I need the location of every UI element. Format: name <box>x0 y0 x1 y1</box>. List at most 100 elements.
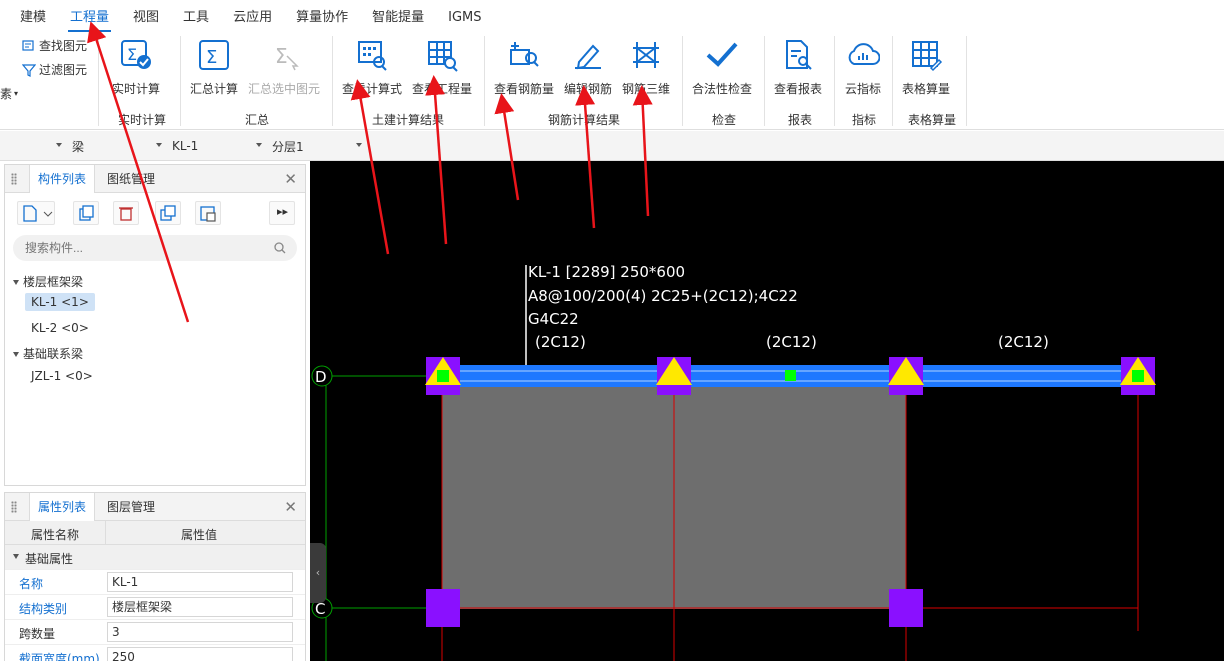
tree-item-jzl1[interactable]: JZL-1 <0> <box>31 369 93 383</box>
view-report-label: 查看报表 <box>773 82 822 96</box>
checkmark-icon <box>706 42 738 67</box>
column-bottom-1[interactable] <box>426 589 460 627</box>
span-label-3[interactable]: (2C12) <box>998 333 1049 351</box>
tab-component-list[interactable]: 构件列表 <box>29 165 96 193</box>
table-edit-icon <box>912 41 943 72</box>
edit-rebar-label: 编辑钢筋 <box>563 82 612 96</box>
filter-element-button[interactable]: 过滤图元 <box>22 61 87 78</box>
column-support-1[interactable] <box>425 357 461 395</box>
svg-text:Σ: Σ <box>206 47 217 68</box>
formula-icon <box>358 41 387 71</box>
floor-select[interactable] <box>0 135 66 157</box>
close-icon[interactable]: ✕ <box>284 498 297 516</box>
copy-component-button[interactable] <box>73 201 99 225</box>
tab-property-list[interactable]: 属性列表 <box>29 493 96 521</box>
column-support-2[interactable] <box>656 357 692 395</box>
rebar-3d-icon <box>633 42 659 68</box>
tree-item-kl2[interactable]: KL-2 <0> <box>31 321 89 335</box>
layer-select[interactable]: 分层1 <box>268 135 366 157</box>
menu-item-quantity[interactable]: 工程量 <box>58 6 121 32</box>
menu-item-smart[interactable]: 智能提量 <box>360 6 436 32</box>
menu-item-cloud[interactable]: 云应用 <box>221 6 284 32</box>
property-row-structure-type: 结构类别 楼层框架梁 <box>5 595 305 620</box>
selection-toolbar: 梁 KL-1 分层1 <box>0 131 1224 161</box>
close-icon[interactable]: ✕ <box>284 170 297 188</box>
svg-text:Σ: Σ <box>275 44 288 68</box>
menu-item-collab[interactable]: 算量协作 <box>284 6 360 32</box>
category-select[interactable]: 梁 <box>68 135 166 157</box>
tree-group-label: 楼层框架梁 <box>23 275 84 289</box>
realtime-calc-label: 实时计算 <box>111 82 160 96</box>
column-support-4[interactable] <box>1120 357 1156 395</box>
view-rebar-label: 查看钢筋量 <box>493 82 554 96</box>
ribbon-separator <box>966 36 967 126</box>
ribbon-separator <box>834 36 835 126</box>
beam-annotation-line2[interactable]: A8@100/200(4) 2C25+(2C12);4C22 <box>528 287 798 305</box>
ribbon-separator <box>484 36 485 126</box>
span-label-2[interactable]: (2C12) <box>766 333 817 351</box>
cloud-index-label: 云指标 <box>844 82 881 96</box>
realtime-calc-icon: Σ <box>121 40 151 69</box>
collapsed-button[interactable]: 素 ▾ <box>0 85 18 102</box>
collapsed-label: 素 <box>0 87 13 101</box>
panel-collapse-handle[interactable]: ‹ <box>310 543 326 603</box>
drag-handle-icon[interactable] <box>11 501 17 513</box>
ribbon-separator <box>98 36 99 126</box>
tree-item-kl1[interactable]: KL-1 <1> <box>25 293 95 311</box>
component-select[interactable]: KL-1 <box>168 135 266 157</box>
search-component-input[interactable] <box>13 235 297 261</box>
more-actions-button[interactable]: ▸▸ <box>269 201 295 225</box>
duplicate-floor-button[interactable] <box>155 201 181 225</box>
group-label-check: 检查 <box>712 113 737 127</box>
property-value-input[interactable]: 250 <box>107 647 293 661</box>
summary-selected-label: 汇总选中图元 <box>247 82 320 96</box>
cloud-chart-icon <box>848 43 880 65</box>
tab-layer-management[interactable]: 图层管理 <box>99 493 163 521</box>
rebar-3d-label: 钢筋三维 <box>621 82 670 96</box>
tree-group-label: 基础联系梁 <box>23 347 84 361</box>
tree-group-foundation-beam[interactable]: 基础联系梁 <box>13 345 83 362</box>
rebar-search-icon <box>510 42 539 67</box>
beam-annotation-line3[interactable]: G4C22 <box>528 310 579 328</box>
column-support-3[interactable] <box>888 357 924 395</box>
span-label-1[interactable]: (2C12) <box>535 333 586 351</box>
report-icon <box>786 40 812 70</box>
drag-handle-icon[interactable] <box>11 173 17 185</box>
find-element-button[interactable]: 查找图元 <box>22 37 87 54</box>
property-table-header: 属性名称 属性值 <box>5 521 305 545</box>
property-value-input[interactable]: 楼层框架梁 <box>107 597 293 617</box>
edit-pen-icon <box>575 44 601 70</box>
property-value-input[interactable]: KL-1 <box>107 572 293 592</box>
menu-item-modeling[interactable]: 建模 <box>8 6 58 32</box>
property-value-input[interactable]: 3 <box>107 622 293 642</box>
tab-drawing-management[interactable]: 图纸管理 <box>99 165 163 193</box>
new-file-icon <box>23 205 53 222</box>
beam-annotation-line1[interactable]: KL-1 [2289] 250*600 <box>528 263 685 281</box>
trash-icon <box>119 207 133 221</box>
import-component-button[interactable] <box>195 201 221 225</box>
menu-item-view[interactable]: 视图 <box>121 6 171 32</box>
axis-label-d: D <box>315 368 327 386</box>
menu-bar: 建模 工程量 视图 工具 云应用 算量协作 智能提量 IGMS <box>0 0 1224 32</box>
new-component-button[interactable] <box>17 201 55 225</box>
property-list-panel: 属性列表 图层管理 ✕ 属性名称 属性值 基础属性 名称 KL-1 结构类别 楼… <box>4 492 306 661</box>
tree-group-floor-frame-beam[interactable]: 楼层框架梁 <box>13 273 83 290</box>
group-label-table: 表格算量 <box>908 113 957 127</box>
property-panel-tabs: 属性列表 图层管理 ✕ <box>5 493 305 521</box>
ribbon-separator <box>682 36 683 126</box>
beam-midpoint-marker[interactable] <box>785 370 796 381</box>
menu-item-tools[interactable]: 工具 <box>171 6 221 32</box>
delete-component-button[interactable] <box>113 201 139 225</box>
beam-drawing[interactable]: D C KL-1 [2289] 250*600 A8@100/200(4) 2C… <box>310 161 1224 661</box>
legality-check-label: 合法性检查 <box>691 82 752 96</box>
chevron-down-icon <box>256 143 262 147</box>
expand-icon <box>13 280 19 285</box>
property-row-span-count: 跨数量 3 <box>5 620 305 645</box>
drawing-canvas[interactable]: D C KL-1 [2289] 250*600 A8@100/200(4) 2C… <box>310 161 1224 661</box>
group-label-civil: 土建计算结果 <box>372 113 445 127</box>
column-divider <box>105 521 106 545</box>
column-bottom-2[interactable] <box>889 589 923 627</box>
menu-item-igms[interactable]: IGMS <box>436 10 493 32</box>
property-section-basic[interactable]: 基础属性 <box>5 545 305 570</box>
view-formula-label: 查看计算式 <box>341 82 402 96</box>
